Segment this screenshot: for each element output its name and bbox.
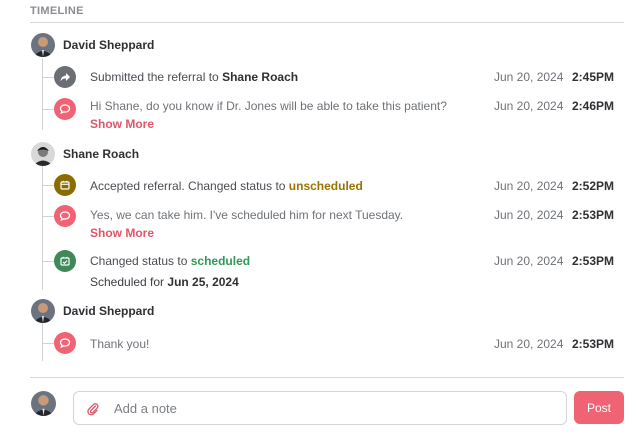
event-date: Jun 20, 2024 [494, 337, 564, 351]
timeline-branch [42, 185, 54, 186]
paperclip-icon[interactable] [86, 402, 100, 416]
timeline-title: TIMELINE [30, 5, 84, 17]
status-badge: unscheduled [288, 179, 363, 193]
note-input[interactable] [114, 392, 554, 424]
comment-icon [54, 332, 76, 354]
timeline-branch [42, 343, 54, 344]
timeline-connector [42, 323, 43, 361]
avatar [31, 142, 55, 166]
calendar-icon [54, 174, 76, 196]
comment-icon [54, 98, 76, 120]
comment-icon [54, 205, 76, 227]
timeline-branch [42, 216, 54, 217]
status-badge: scheduled [190, 254, 251, 268]
note-composer [73, 391, 567, 425]
event-time: 2:53PM [572, 337, 615, 351]
timeline-connector [42, 58, 43, 130]
avatar [31, 391, 56, 416]
show-more-link[interactable]: Show More [90, 226, 154, 240]
author-name: David Sheppard [63, 38, 155, 52]
avatar [31, 299, 55, 323]
event-date: Jun 20, 2024 [494, 70, 564, 84]
event-time: 2:45PM [572, 70, 615, 84]
event-time: 2:53PM [572, 208, 615, 222]
event-time: 2:52PM [572, 179, 615, 193]
divider [30, 22, 624, 23]
show-more-link[interactable]: Show More [90, 117, 154, 131]
post-button[interactable]: Post [574, 391, 624, 424]
comment-text: Yes, we can take him. I've scheduled him… [90, 208, 404, 222]
avatar [31, 33, 55, 57]
scheduled-date: Scheduled for Jun 25, 2024 [90, 275, 239, 289]
event-date: Jun 20, 2024 [494, 99, 564, 113]
timeline-branch [42, 261, 54, 262]
comment-text: Hi Shane, do you know if Dr. Jones will … [90, 99, 447, 113]
timeline-branch [42, 109, 54, 110]
event-date: Jun 20, 2024 [494, 179, 564, 193]
event-time: 2:46PM [572, 99, 615, 113]
calendar-check-icon [54, 250, 76, 272]
timeline-branch [42, 77, 54, 78]
event-time: 2:53PM [572, 254, 615, 268]
event-text: Changed status to scheduled [90, 254, 251, 268]
comment-text: Thank you! [90, 337, 150, 351]
author-name: David Sheppard [63, 304, 155, 318]
forward-arrow-icon [54, 66, 76, 88]
event-date: Jun 20, 2024 [494, 254, 564, 268]
author-name: Shane Roach [63, 147, 140, 161]
event-date: Jun 20, 2024 [494, 208, 564, 222]
event-text: Submitted the referral to Shane Roach [90, 70, 299, 84]
divider [30, 377, 624, 378]
event-text: Accepted referral. Changed status to uns… [90, 179, 363, 193]
